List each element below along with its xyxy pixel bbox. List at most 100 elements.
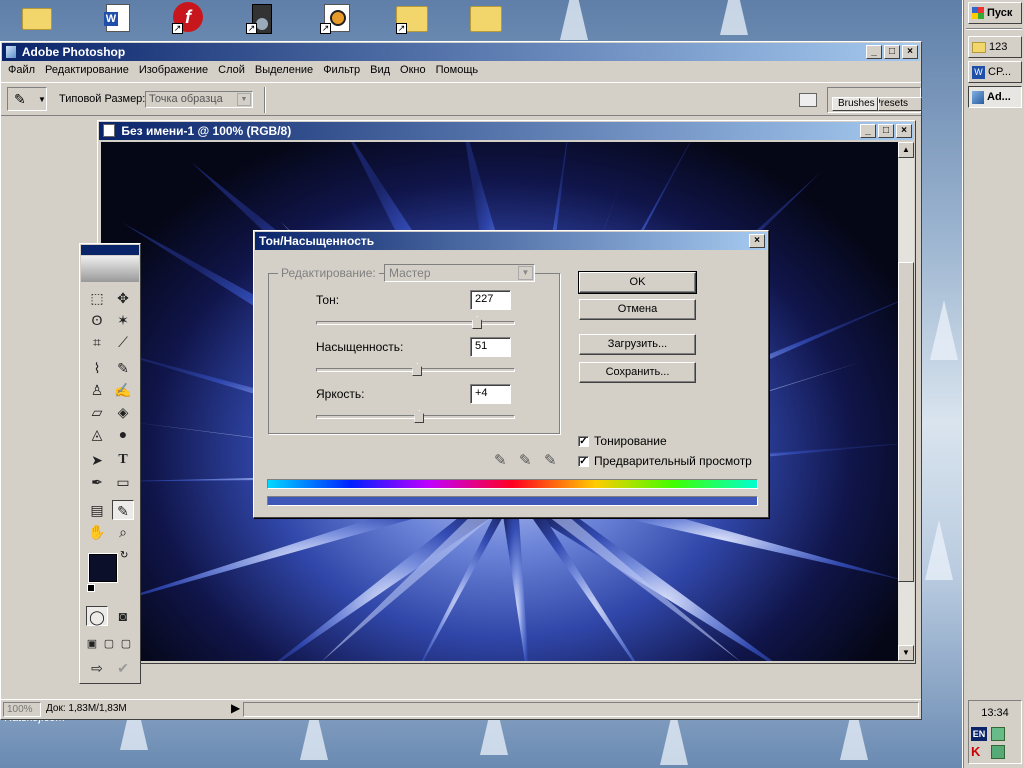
- taskbar-item-photoshop[interactable]: Ad...: [968, 86, 1022, 108]
- dodge-tool-icon[interactable]: ●: [112, 424, 134, 444]
- swap-colors-icon[interactable]: ↻: [120, 550, 128, 561]
- minimize-button[interactable]: _: [860, 124, 876, 138]
- healing-brush-tool-icon[interactable]: ⌇: [86, 358, 108, 378]
- eraser-tool-icon[interactable]: ▱: [86, 402, 108, 422]
- hand-tool-icon[interactable]: ✋: [86, 522, 108, 542]
- menu-view[interactable]: Вид: [365, 62, 395, 80]
- menu-layer[interactable]: Слой: [213, 62, 250, 80]
- close-button[interactable]: ×: [749, 234, 765, 248]
- hue-slider-track[interactable]: [316, 321, 515, 325]
- tray-app-icon[interactable]: [991, 745, 1005, 759]
- history-brush-tool-icon[interactable]: ✍: [112, 380, 134, 400]
- menu-file[interactable]: Файл: [3, 62, 40, 80]
- move-tool-icon[interactable]: ✥: [112, 288, 134, 308]
- jump-to-imageready-icon[interactable]: ⇨: [86, 658, 108, 678]
- eyedropper-icon[interactable]: ✎: [494, 451, 507, 469]
- default-colors-icon[interactable]: [87, 584, 95, 592]
- lightness-field[interactable]: +4: [470, 384, 511, 404]
- standard-mode-icon[interactable]: ◯: [86, 606, 108, 626]
- taskbar-item-word[interactable]: W CP...: [968, 61, 1022, 83]
- menu-filter[interactable]: Фильтр: [318, 62, 365, 80]
- saturation-label: Насыщенность:: [316, 340, 404, 354]
- sample-size-select[interactable]: Точка образца ▼: [145, 91, 253, 108]
- eyedropper-plus-icon[interactable]: ✎: [519, 451, 532, 469]
- close-button[interactable]: ×: [902, 45, 918, 59]
- colorize-checkbox[interactable]: ✓: [578, 436, 589, 447]
- lasso-tool-icon[interactable]: ʘ: [86, 310, 108, 330]
- document-size: Док: 1,83M/1,83M: [46, 703, 127, 714]
- folder-icon[interactable]: ↗: [396, 2, 430, 34]
- menu-select[interactable]: Выделение: [250, 62, 318, 80]
- brush-tool-icon[interactable]: ✎: [112, 358, 134, 378]
- network-icon[interactable]: [991, 727, 1005, 741]
- rectangle-tool-icon[interactable]: ▭: [112, 472, 134, 492]
- adobe-online-feather-icon[interactable]: [81, 256, 139, 282]
- screen-mode-full-menu-icon[interactable]: ▢: [101, 634, 117, 654]
- cancel-button[interactable]: Отмена: [579, 299, 696, 320]
- language-indicator[interactable]: EN: [971, 727, 987, 741]
- type-tool-icon[interactable]: T: [112, 450, 134, 470]
- marquee-tool-icon[interactable]: ⬚: [86, 288, 108, 308]
- dialog-titlebar[interactable]: Тон/Насыщенность ×: [255, 232, 767, 250]
- screen-mode-standard-icon[interactable]: ▣: [84, 634, 100, 654]
- edit-channel-select[interactable]: Мастер ▼: [384, 264, 535, 282]
- scroll-up-icon[interactable]: ▲: [898, 142, 914, 158]
- menu-help[interactable]: Помощь: [431, 62, 484, 80]
- start-button[interactable]: Пуск: [968, 2, 1022, 24]
- menu-window[interactable]: Окно: [395, 62, 431, 80]
- menu-image[interactable]: Изображение: [134, 62, 213, 80]
- zoom-tool-icon[interactable]: ⌕: [112, 522, 134, 542]
- scrollbar-thumb[interactable]: [898, 262, 914, 582]
- flash-player-icon[interactable]: f ↗: [172, 2, 206, 34]
- folder-icon: [972, 41, 986, 53]
- taskbar: Пуск 123 W CP... Ad... 13:34 EN K: [962, 0, 1024, 768]
- paint-bucket-tool-icon[interactable]: ◈: [112, 402, 134, 422]
- quick-mask-mode-icon[interactable]: ◙: [112, 606, 134, 626]
- folder-icon[interactable]: [470, 2, 504, 34]
- crop-tool-icon[interactable]: ⌗: [86, 332, 108, 352]
- file-browser-icon[interactable]: [795, 87, 821, 113]
- zoom-field[interactable]: 100%: [3, 702, 41, 717]
- close-button[interactable]: ×: [896, 124, 912, 138]
- screen-mode-full-icon[interactable]: ▢: [118, 634, 134, 654]
- preview-checkbox[interactable]: ✓: [578, 456, 589, 467]
- ok-button[interactable]: OK: [578, 271, 697, 294]
- maximize-button[interactable]: □: [878, 124, 894, 138]
- palette-well: Brushes Tool Presets: [827, 87, 922, 113]
- menu-edit[interactable]: Редактирование: [40, 62, 134, 80]
- save-button[interactable]: Сохранить...: [579, 362, 696, 383]
- speaker-icon[interactable]: ↗: [246, 2, 280, 34]
- toolbox-titlebar[interactable]: [81, 245, 139, 255]
- clock[interactable]: 13:34: [969, 707, 1021, 719]
- taskbar-item-folder[interactable]: 123: [968, 36, 1022, 58]
- vertical-scrollbar[interactable]: ▲ ▼: [898, 142, 914, 661]
- tool-preset-picker[interactable]: ✎ ▼: [7, 87, 47, 111]
- scroll-down-icon[interactable]: ▼: [898, 645, 914, 661]
- magic-wand-tool-icon[interactable]: ✶: [112, 310, 134, 330]
- minimize-button[interactable]: _: [866, 45, 882, 59]
- tool-presets-tab[interactable]: Tool Presets: [878, 97, 922, 111]
- brushes-tab[interactable]: Brushes: [832, 97, 878, 111]
- winamp-icon[interactable]: ↗: [320, 2, 354, 34]
- path-selection-tool-icon[interactable]: ➤: [86, 450, 108, 470]
- checkmark-icon[interactable]: ✔: [112, 658, 134, 678]
- antivirus-icon[interactable]: K: [971, 745, 985, 759]
- photoshop-titlebar[interactable]: Adobe Photoshop _ □ ×: [2, 43, 920, 61]
- slice-tool-icon[interactable]: ⟋: [112, 332, 134, 352]
- maximize-button[interactable]: □: [884, 45, 900, 59]
- status-bar: 100% Док: 1,83M/1,83M ▶: [1, 699, 921, 719]
- eyedropper-minus-icon[interactable]: ✎: [544, 451, 557, 469]
- load-button[interactable]: Загрузить...: [579, 334, 696, 355]
- status-menu-arrow-icon[interactable]: ▶: [231, 701, 240, 715]
- document-titlebar[interactable]: Без имени-1 @ 100% (RGB/8) _ □ ×: [99, 122, 914, 140]
- hue-field[interactable]: 227: [470, 290, 511, 310]
- word-document-icon[interactable]: W: [102, 2, 136, 34]
- pen-tool-icon[interactable]: ✒: [86, 472, 108, 492]
- blur-tool-icon[interactable]: ◬: [86, 424, 108, 444]
- clone-stamp-tool-icon[interactable]: ♙: [86, 380, 108, 400]
- eyedropper-tool-icon[interactable]: ✎: [112, 500, 134, 520]
- foreground-color-swatch[interactable]: [89, 554, 117, 582]
- notes-tool-icon[interactable]: ▤: [86, 500, 108, 520]
- folder-icon[interactable]: [20, 2, 54, 34]
- saturation-field[interactable]: 51: [470, 337, 511, 357]
